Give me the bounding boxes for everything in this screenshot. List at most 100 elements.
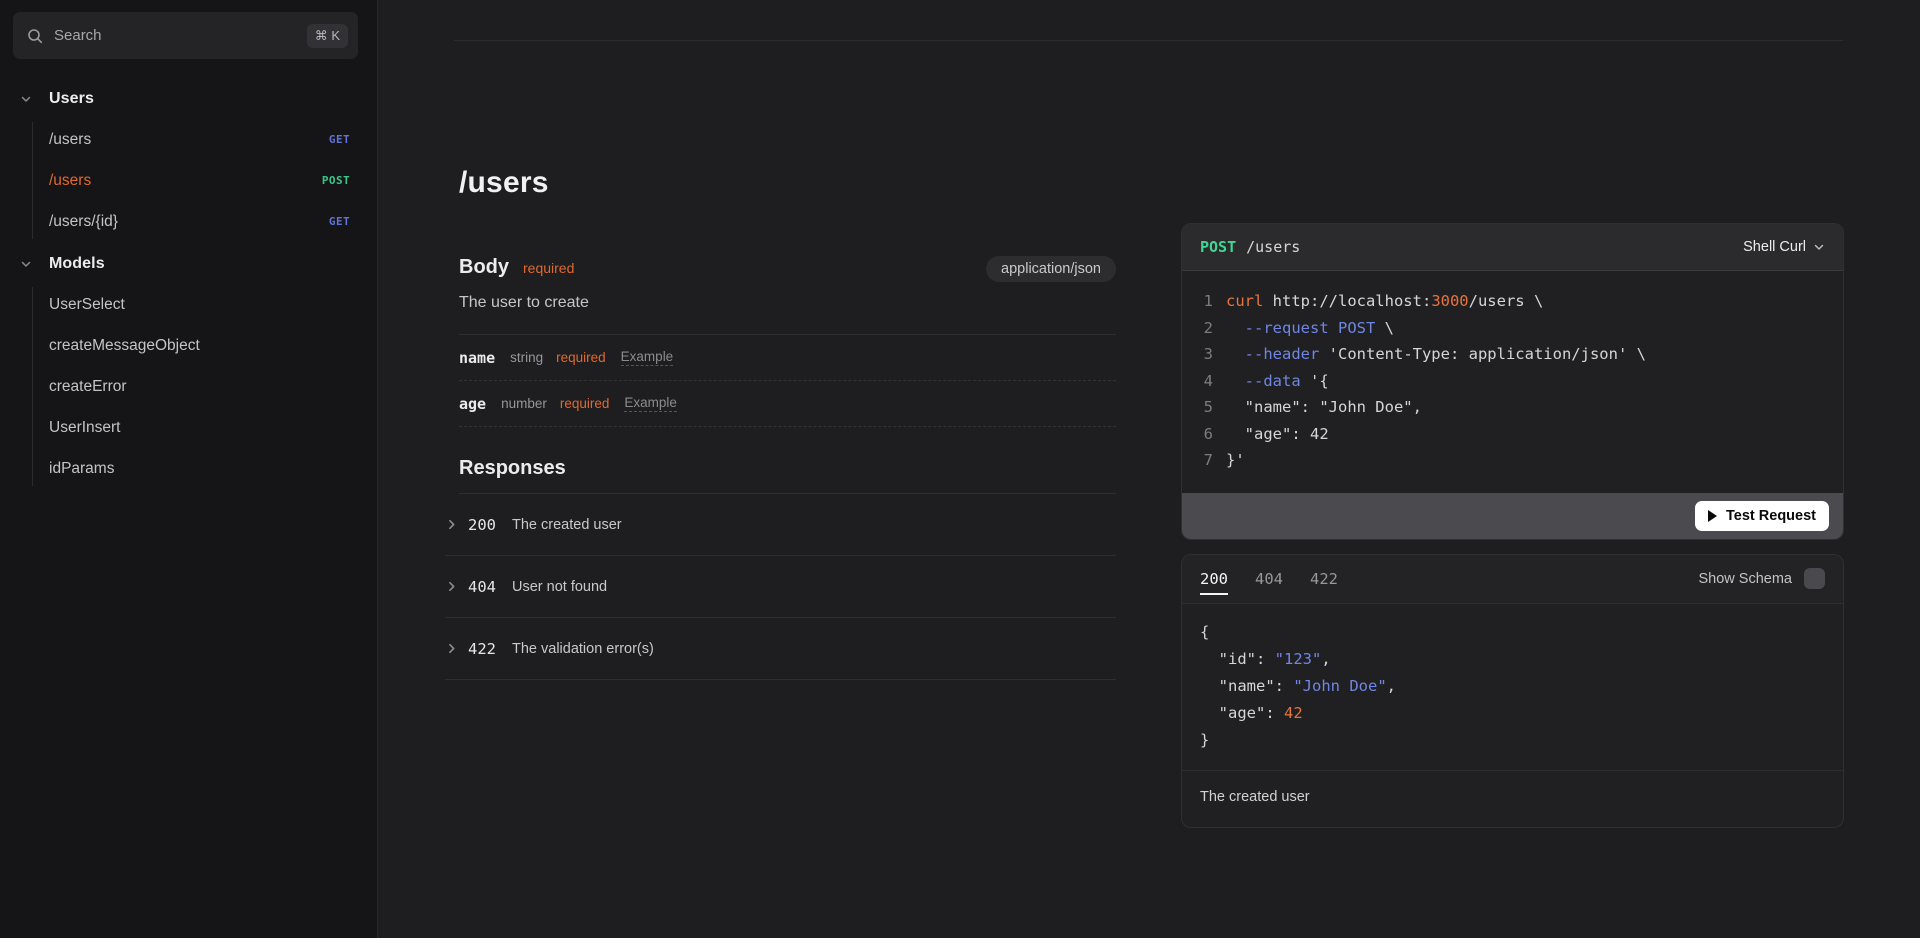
sidebar-item-createmessageobject[interactable]: createMessageObject [0, 325, 378, 366]
nav-item-label: /users/{id} [49, 213, 118, 231]
search-shortcut: ⌘ K [307, 24, 348, 48]
responses-heading: Responses [459, 457, 1116, 480]
property-type: number [501, 396, 547, 411]
sidebar: Search ⌘ K Users/users GET/usersPOST/user… [0, 0, 378, 938]
nav-group-header-models[interactable]: Models [0, 243, 378, 284]
sidebar-nav: Users/usersGET/usersPOST/users/{id}GETMo… [0, 78, 378, 490]
show-schema-label: Show Schema [1699, 571, 1793, 587]
chevron-down-icon [20, 258, 32, 270]
code-line: 1curl http://localhost:3000/users \ [1182, 288, 1843, 315]
play-icon [1708, 510, 1717, 522]
line-number: 5 [1182, 394, 1213, 421]
chevron-down-icon [20, 93, 32, 105]
chevron-down-icon [1813, 241, 1825, 253]
client-selector[interactable]: Shell Curl [1743, 239, 1825, 255]
test-request-button[interactable]: Test Request [1695, 501, 1829, 531]
sidebar-item-userselect[interactable]: UserSelect [0, 284, 378, 325]
code-line: 2 --request POST \ [1182, 315, 1843, 342]
response-row-200[interactable]: 200 The created user [445, 494, 1116, 556]
response-card-footer: The created user [1182, 770, 1843, 827]
search-icon [27, 28, 43, 44]
code-line: 6 "age": 42 [1182, 421, 1843, 448]
response-code: 404 [468, 578, 496, 596]
nav-group: Models UserSelect createMessageObject creat… [0, 243, 378, 489]
json-line: "age": 42 [1200, 700, 1825, 727]
code-block: 1curl http://localhost:3000/users \2 --r… [1182, 271, 1843, 493]
code-line: 7}' [1182, 447, 1843, 474]
code-text: }' [1213, 447, 1245, 474]
nav-group-label: Models [49, 255, 105, 273]
nav-item-label: UserInsert [49, 419, 121, 437]
line-number: 7 [1182, 447, 1213, 474]
example-column: POST /users Shell Curl 1curl http://loca… [1182, 224, 1843, 827]
client-selector-label: Shell Curl [1743, 239, 1806, 255]
search-input[interactable]: Search ⌘ K [13, 12, 358, 59]
response-tab-200[interactable]: 200 [1200, 555, 1228, 603]
code-text: --data '{ [1213, 368, 1329, 395]
body-required-badge: required [523, 260, 574, 276]
sidebar-item-createerror[interactable]: createError [0, 366, 378, 407]
code-line: 5 "name": "John Doe", [1182, 394, 1843, 421]
code-text: curl http://localhost:3000/users \ [1213, 288, 1543, 315]
nav-item-label: createMessageObject [49, 337, 200, 355]
sidebar-item--users[interactable]: /users GET [0, 119, 378, 160]
response-card: 200404422 Show Schema { "id": "123", "na… [1182, 555, 1843, 827]
body-description: The user to create [459, 294, 1116, 312]
property-name: name [459, 349, 495, 367]
nav-item-label: UserSelect [49, 296, 125, 314]
method-badge: GET [329, 133, 350, 146]
response-row-404[interactable]: 404User not found [445, 556, 1116, 618]
response-description: The created user [512, 517, 622, 533]
request-path: /users [1246, 238, 1300, 256]
code-text: --header 'Content-Type: application/json… [1213, 341, 1646, 368]
example-chip[interactable]: Example [621, 349, 674, 366]
property-type: string [510, 350, 543, 365]
json-line: "name": "John Doe", [1200, 673, 1825, 700]
response-tabs: 200 404 422 [1200, 555, 1338, 603]
request-method: POST [1200, 238, 1236, 256]
nav-items: /users GET/usersPOST/users/{id}GET [0, 119, 378, 242]
line-number: 3 [1182, 341, 1213, 368]
nav-item-label: idParams [49, 460, 114, 478]
response-tab-404[interactable]: 404 [1255, 555, 1283, 603]
operation-column: /users Body required application/json Th… [459, 0, 1116, 680]
page-title: /users [459, 166, 1116, 200]
code-text: "name": "John Doe", [1213, 394, 1422, 421]
response-code: 422 [468, 640, 496, 658]
json-line: { [1200, 619, 1825, 646]
method-badge: POST [322, 174, 350, 187]
show-schema-control: Show Schema [1699, 568, 1826, 589]
property-row: agenumberrequiredExample [459, 381, 1116, 427]
response-footer-text: The created user [1200, 789, 1310, 805]
request-card-header: POST /users Shell Curl [1182, 224, 1843, 271]
nav-group: Users/users GET/usersPOST/users/{id}GET [0, 78, 378, 242]
nav-item-label: /users [49, 131, 91, 149]
body-heading: Body [459, 256, 509, 279]
chevron-right-icon [445, 518, 458, 531]
content-type-badge: application/json [986, 256, 1116, 282]
line-number: 2 [1182, 315, 1213, 342]
chevron-right-icon [445, 642, 458, 655]
json-line: } [1200, 727, 1825, 754]
api-reference-app: Search ⌘ K Users/usersGET/usersPOST/user… [0, 0, 1920, 938]
search-placeholder: Search [54, 27, 307, 44]
response-list: 200The created user404User not found422T… [459, 494, 1116, 680]
response-row-422[interactable]: 422The validation error(s) [445, 618, 1116, 680]
chevron-right-icon [445, 580, 458, 593]
example-chip[interactable]: Example [624, 395, 677, 412]
sidebar-item-userinsert[interactable]: UserInsert [0, 407, 378, 448]
response-tab-422[interactable]: 422 [1310, 555, 1338, 603]
code-text: --request POST \ [1213, 315, 1394, 342]
sidebar-item-idparams[interactable]: idParams [0, 448, 378, 489]
response-code: 200 [468, 516, 496, 534]
property-name: age [459, 395, 486, 413]
request-card: POST /users Shell Curl 1curl http://loca… [1182, 224, 1843, 539]
sidebar-item--users[interactable]: /usersPOST [0, 160, 378, 201]
nav-item-label: createError [49, 378, 127, 396]
response-card-header: 200 404 422 Show Schema [1182, 555, 1843, 604]
nav-group-header-users[interactable]: Users [0, 78, 378, 119]
body-section-header: Body required application/json [459, 256, 1116, 282]
nav-items: UserSelect createMessageObject createError… [0, 284, 378, 489]
show-schema-checkbox[interactable] [1804, 568, 1825, 589]
sidebar-item--users-id-[interactable]: /users/{id}GET [0, 201, 378, 242]
